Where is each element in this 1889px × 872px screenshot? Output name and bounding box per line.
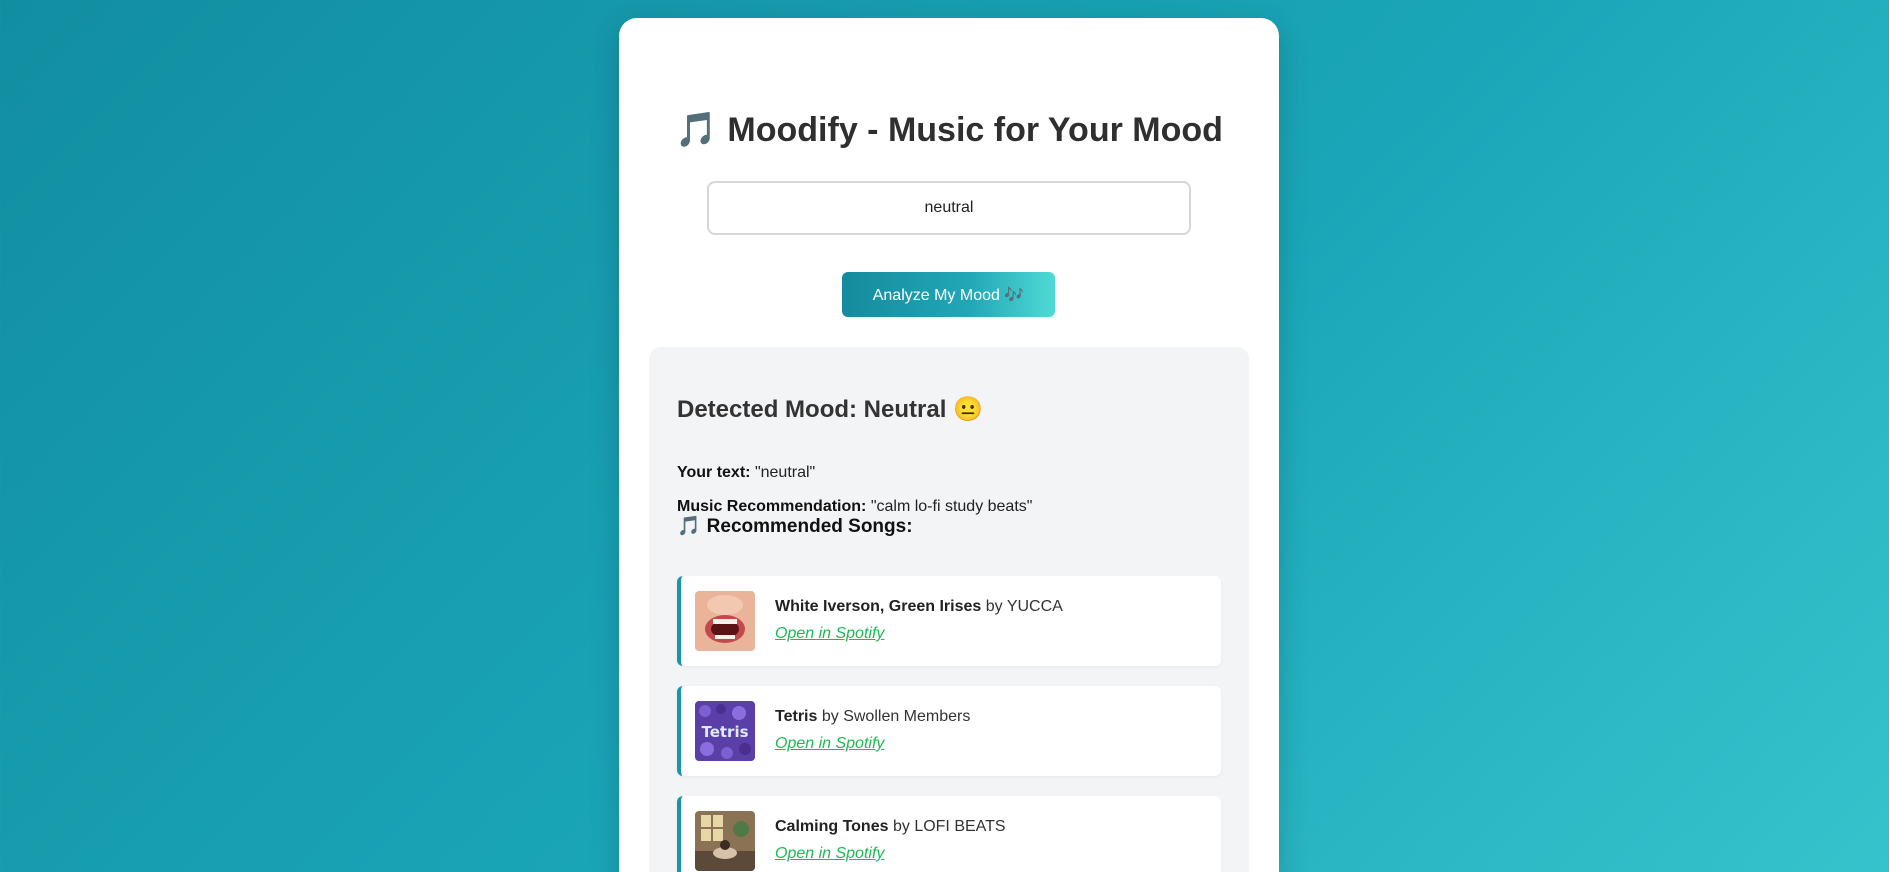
page-title-text: Moodify - Music for Your Mood (727, 111, 1223, 149)
open-in-spotify-link[interactable]: Open in Spotify (775, 625, 884, 643)
lofi-room-album-cover-icon (695, 811, 755, 871)
open-in-spotify-link[interactable]: Open in Spotify (775, 735, 884, 753)
open-in-spotify-link[interactable]: Open in Spotify (775, 845, 884, 863)
song-item: Calming Tones by LOFI BEATS Open in Spot… (677, 796, 1221, 872)
recommendation-line: Music Recommendation: "calm lo-fi study … (677, 497, 1032, 517)
music-note-icon: 🎵 (675, 111, 718, 149)
detected-mood-text: Detected Mood: Neutral (677, 396, 947, 423)
music-note-icon: 🎵 (677, 516, 701, 537)
detected-mood-heading: Detected Mood: Neutral 😐 (677, 395, 983, 425)
your-text-value: "neutral" (754, 464, 816, 481)
recommended-songs-heading: 🎵 Recommended Songs: (677, 515, 913, 539)
song-info: Tetris by Swollen Members (775, 707, 970, 727)
recommendation-label: Music Recommendation: (677, 498, 867, 515)
song-info: White Iverson, Green Irises by YUCCA (775, 597, 1063, 617)
song-by: by (892, 818, 910, 835)
song-title: Calming Tones (775, 818, 889, 835)
song-artist: YUCCA (1006, 598, 1063, 615)
song-item: White Iverson, Green Irises by YUCCA Ope… (677, 576, 1221, 666)
tetris-cover-text: Tetris (701, 723, 748, 741)
song-artist: Swollen Members (843, 708, 971, 725)
song-info: Calming Tones by LOFI BEATS (775, 817, 1006, 837)
mood-input[interactable] (707, 181, 1191, 235)
song-artist: LOFI BEATS (914, 818, 1006, 835)
open-mouth-album-cover-icon (695, 591, 755, 651)
song-title: White Iverson, Green Irises (775, 598, 982, 615)
recommendation-value: "calm lo-fi study beats" (870, 498, 1033, 515)
your-text-label: Your text: (677, 464, 751, 481)
recommended-songs-text: Recommended Songs: (706, 516, 913, 537)
tetris-album-cover-icon: Tetris (695, 701, 755, 761)
page-title: 🎵 Moodify - Music for Your Mood (619, 108, 1279, 152)
song-item: Tetris Tetris by Swollen Members Open in… (677, 686, 1221, 776)
song-by: by (821, 708, 839, 725)
result-panel: Detected Mood: Neutral 😐 Your text: "neu… (649, 347, 1249, 872)
song-title: Tetris (775, 708, 818, 725)
main-card: 🎵Moodify - Music for Your Mood Analyze M… (619, 18, 1279, 872)
neutral-face-icon: 😐 (953, 396, 983, 423)
your-text-line: Your text: "neutral" (677, 463, 815, 483)
analyze-mood-button[interactable]: Analyze My Mood 🎶 (842, 272, 1055, 317)
song-by: by (985, 598, 1003, 615)
